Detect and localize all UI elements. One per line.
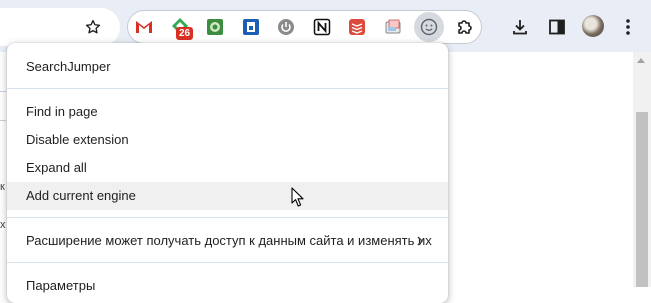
menu-item-label: Expand all: [26, 160, 87, 175]
menu-item-find-in-page[interactable]: Find in page: [7, 98, 448, 126]
mouse-cursor-icon: [291, 187, 305, 214]
green-square-icon[interactable]: [205, 17, 225, 37]
chevron-right-icon: [415, 227, 425, 265]
menu-item-label: Add current engine: [26, 188, 136, 203]
kebab-menu-icon[interactable]: [615, 14, 641, 40]
menu-separator: [7, 217, 448, 218]
menu-item-settings[interactable]: Параметры: [7, 272, 448, 300]
extension-context-menu: SearchJumper Find in page Disable extens…: [7, 43, 448, 303]
page-text-fragment: х: [0, 219, 6, 231]
screenshot-icon[interactable]: [383, 17, 403, 37]
page-divider: [0, 120, 6, 121]
menu-separator: [7, 88, 448, 89]
menu-item-label: Параметры: [26, 278, 96, 293]
star-icon[interactable]: [82, 16, 104, 38]
scroll-up-arrow[interactable]: [637, 58, 645, 63]
side-panel-icon[interactable]: [544, 14, 570, 40]
menu-item-label: Find in page: [26, 104, 98, 119]
menu-item-site-access[interactable]: Расширение может получать доступ к данны…: [7, 227, 448, 255]
power-icon[interactable]: [276, 17, 296, 37]
menu-item-add-current-engine[interactable]: Add current engine: [7, 182, 448, 210]
menu-item-label: SearchJumper: [26, 59, 111, 74]
puzzle-icon[interactable]: [452, 14, 478, 40]
notion-icon[interactable]: [312, 17, 332, 37]
menu-item-disable-extension[interactable]: Disable extension: [7, 126, 448, 154]
blue-lock-icon[interactable]: [241, 17, 261, 37]
smiley-icon[interactable]: [414, 12, 444, 42]
gmail-icon[interactable]: [134, 17, 154, 37]
page-text-fragment: к: [0, 181, 5, 193]
menu-item-label: Disable extension: [26, 132, 129, 147]
menu-item-label: Расширение может получать доступ к данны…: [26, 233, 432, 248]
todoist-icon[interactable]: [347, 17, 367, 37]
download-icon[interactable]: [507, 14, 533, 40]
notification-badge: 26: [176, 27, 193, 40]
page-divider: [0, 91, 6, 92]
menu-item-extension-title[interactable]: SearchJumper: [7, 53, 448, 81]
avatar[interactable]: [582, 15, 604, 37]
menu-separator: [7, 262, 448, 263]
menu-item-expand-all[interactable]: Expand all: [7, 154, 448, 182]
scrollbar-thumb[interactable]: [636, 112, 648, 287]
